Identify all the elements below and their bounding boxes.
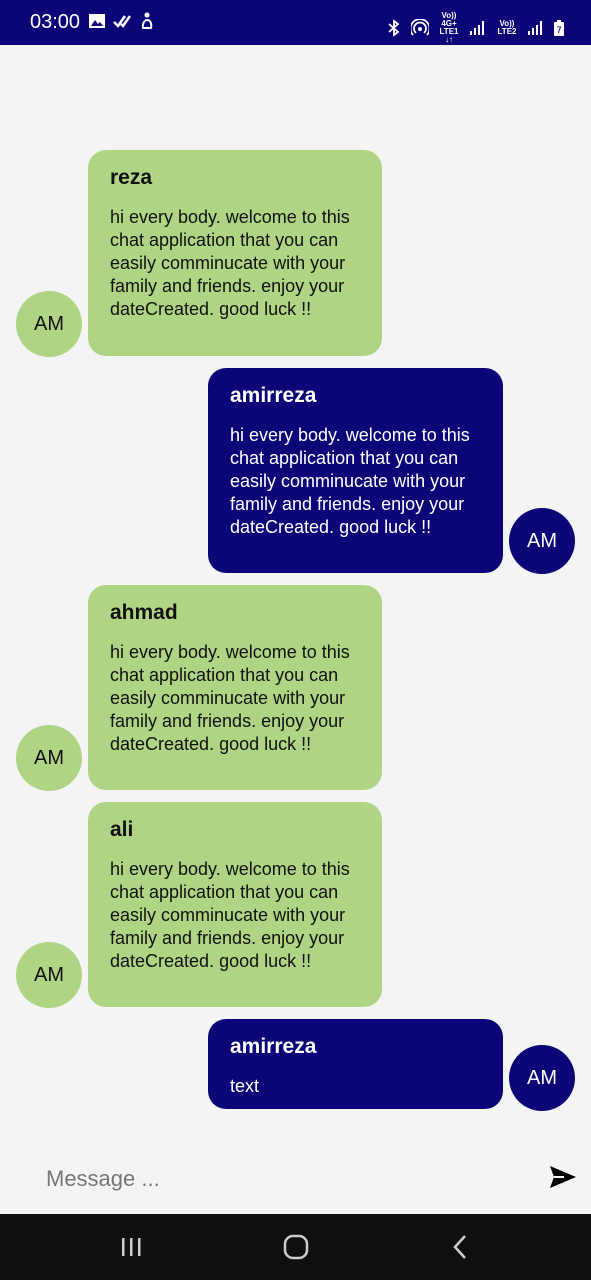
double-check-icon <box>113 15 131 28</box>
message-bubble[interactable]: reza hi every body. welcome to this chat… <box>88 150 382 356</box>
avatar[interactable]: AM <box>509 508 575 574</box>
back-button[interactable] <box>441 1232 481 1262</box>
status-bar: 03:00 Vo)) 4G+ LTE1 ↓↑ Vo)) LTE2 7 <box>0 0 591 45</box>
message-bubble[interactable]: ali hi every body. welcome to this chat … <box>88 802 382 1007</box>
signal-icon <box>470 21 484 35</box>
message-composer <box>0 1150 591 1212</box>
status-time: 03:00 <box>30 11 81 33</box>
bluetooth-icon <box>388 19 400 37</box>
message-sender: amirreza <box>230 1035 317 1058</box>
message-text: text <box>230 1076 260 1096</box>
recent-apps-button[interactable] <box>111 1232 151 1262</box>
message-text: hi every body. welcome to this chat appl… <box>110 642 350 754</box>
message-text: hi every body. welcome to this chat appl… <box>110 207 350 319</box>
send-icon[interactable] <box>548 1164 578 1190</box>
avatar[interactable]: AM <box>509 1045 575 1111</box>
message-text: hi every body. welcome to this chat appl… <box>110 859 350 971</box>
message-bubble[interactable]: amirreza text <box>208 1019 503 1109</box>
signal-icon <box>528 21 542 35</box>
message-text: hi every body. welcome to this chat appl… <box>230 425 470 537</box>
message-sender: amirreza <box>230 384 317 407</box>
accessibility-icon <box>141 12 153 29</box>
message-input[interactable] <box>44 1160 508 1198</box>
message-bubble[interactable]: amirreza hi every body. welcome to this … <box>208 368 503 573</box>
avatar[interactable]: AM <box>16 942 82 1008</box>
sim2-indicator: Vo)) LTE2 <box>497 19 517 36</box>
back-icon <box>453 1235 466 1259</box>
message-sender: reza <box>110 166 153 189</box>
hotspot-icon <box>411 19 429 36</box>
home-button[interactable] <box>276 1232 316 1262</box>
battery-icon: 7 <box>554 20 564 36</box>
home-icon <box>283 1234 309 1260</box>
navigation-bar <box>0 1214 591 1280</box>
message-sender: ali <box>110 818 134 841</box>
gallery-icon <box>89 14 105 28</box>
recent-apps-icon <box>122 1238 141 1256</box>
sim1-indicator: Vo)) 4G+ LTE1 ↓↑ <box>439 11 459 44</box>
message-sender: ahmad <box>110 601 178 624</box>
avatar[interactable]: AM <box>16 291 82 357</box>
avatar[interactable]: AM <box>16 725 82 791</box>
message-bubble[interactable]: ahmad hi every body. welcome to this cha… <box>88 585 382 790</box>
svg-text:7: 7 <box>556 26 562 36</box>
